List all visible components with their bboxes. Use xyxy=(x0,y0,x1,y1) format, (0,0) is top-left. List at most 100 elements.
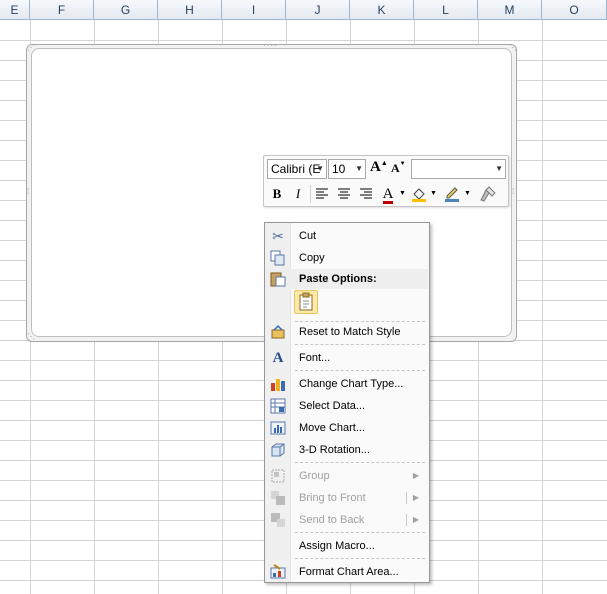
column-header-e[interactable]: E xyxy=(0,0,30,20)
submenu-arrow-icon: ▶ xyxy=(412,515,419,524)
toolbar-separator xyxy=(310,185,311,203)
menu-item-label: Cut xyxy=(299,230,317,242)
menu-item-label: Format Chart Area... xyxy=(299,566,399,578)
menu-item-move-chart[interactable]: Move Chart... xyxy=(265,417,429,439)
resize-handle-left[interactable]: ⁞ xyxy=(27,188,30,196)
menu-item-label: Font... xyxy=(299,352,331,364)
down-arrow-icon: ▼ xyxy=(399,161,406,167)
font-color-icon: A xyxy=(382,186,394,204)
format-painter-icon xyxy=(480,186,496,202)
menu-item-label: Copy xyxy=(299,252,325,264)
menu-item-3d-rotation[interactable]: 3-D Rotation... xyxy=(265,439,429,461)
menu-item-select-data[interactable]: Select Data... xyxy=(265,395,429,417)
grow-font-icon: A xyxy=(370,159,381,175)
bold-button[interactable]: B xyxy=(267,184,287,204)
fill-color-dropdown-icon[interactable]: ▼ xyxy=(430,190,437,197)
line-color-dropdown-icon[interactable]: ▼ xyxy=(464,190,471,197)
menu-item-font[interactable]: A Font... xyxy=(265,347,429,369)
column-header-k[interactable]: K xyxy=(350,0,414,20)
style-combo[interactable]: ▼ xyxy=(411,159,506,179)
menu-item-reset-to-match-style[interactable]: Reset to Match Style xyxy=(265,321,429,343)
format-chart-icon xyxy=(270,564,286,580)
format-painter-button[interactable] xyxy=(478,184,498,204)
send-back-icon xyxy=(270,512,286,528)
font-size-combo[interactable]: 10 ▼ xyxy=(328,159,366,179)
font-name-value: Calibri (E xyxy=(271,162,321,176)
submenu-arrow-icon: ▶ xyxy=(412,493,419,502)
menu-item-format-chart-area[interactable]: Format Chart Area... xyxy=(265,561,429,583)
context-menu: ✂ Cut Copy Paste Options: Reset to Match… xyxy=(264,222,430,583)
chevron-down-icon[interactable]: ▼ xyxy=(316,160,324,178)
align-right-icon xyxy=(360,188,372,199)
bring-front-icon xyxy=(270,490,286,506)
shrink-font-icon: A xyxy=(391,161,400,175)
clipboard-icon xyxy=(299,292,313,311)
reset-style-icon xyxy=(270,324,286,340)
up-arrow-icon: ▲ xyxy=(380,159,388,167)
move-chart-icon xyxy=(270,420,286,436)
paint-bucket-icon xyxy=(412,188,426,202)
column-header-o[interactable]: O xyxy=(542,0,607,20)
menu-separator xyxy=(295,462,425,463)
font-name-combo[interactable]: Calibri (E ▼ xyxy=(267,159,327,179)
submenu-arrow-icon: ▶ xyxy=(412,471,419,480)
shrink-font-button[interactable]: A▼ xyxy=(391,161,407,179)
menu-item-bring-to-front[interactable]: Bring to Front ▶ xyxy=(265,487,429,509)
split-separator xyxy=(406,514,407,526)
resize-handle-right[interactable]: ⁞ xyxy=(512,188,515,196)
align-center-button[interactable] xyxy=(334,184,354,204)
menu-item-label: Send to Back xyxy=(299,514,365,526)
menu-item-group[interactable]: Group ▶ xyxy=(265,465,429,487)
menu-item-label: Change Chart Type... xyxy=(299,378,404,390)
column-header-row: E F G H I J K L M O xyxy=(0,0,607,20)
menu-separator xyxy=(295,532,425,533)
menu-separator xyxy=(295,558,425,559)
grow-font-button[interactable]: A▲ xyxy=(370,159,388,179)
column-header-f[interactable]: F xyxy=(30,0,94,20)
menu-item-cut[interactable]: ✂ Cut xyxy=(265,225,429,247)
resize-handle-bottom-left[interactable]: ⋱ xyxy=(27,333,36,341)
italic-button[interactable]: I xyxy=(288,184,308,204)
resize-handle-top[interactable]: ···· xyxy=(263,42,278,50)
paste-icon xyxy=(270,271,286,290)
menu-item-label: Group xyxy=(299,470,330,482)
resize-handle-top-right[interactable]: ⋱ xyxy=(509,44,518,52)
menu-item-label: Reset to Match Style xyxy=(299,326,401,338)
font-color-dropdown-icon[interactable]: ▼ xyxy=(399,190,406,197)
menu-item-assign-macro[interactable]: Assign Macro... xyxy=(265,535,429,557)
chevron-down-icon[interactable]: ▼ xyxy=(355,160,363,178)
menu-item-copy[interactable]: Copy xyxy=(265,247,429,269)
split-separator xyxy=(406,492,407,504)
select-data-icon xyxy=(270,398,286,414)
resize-handle-top-left[interactable]: ⋰ xyxy=(27,44,36,52)
italic-icon: I xyxy=(295,186,301,201)
menu-item-label: Bring to Front xyxy=(299,492,366,504)
column-header-m[interactable]: M xyxy=(478,0,542,20)
copy-icon xyxy=(270,250,286,266)
pencil-line-icon xyxy=(445,187,459,202)
font-size-value: 10 xyxy=(332,162,346,176)
align-left-icon xyxy=(316,188,328,199)
rotation-3d-icon xyxy=(270,442,286,458)
menu-item-change-chart-type[interactable]: Change Chart Type... xyxy=(265,373,429,395)
fill-color-button[interactable] xyxy=(409,184,429,204)
paste-option-keep-source-button[interactable] xyxy=(294,290,318,314)
column-header-l[interactable]: L xyxy=(414,0,478,20)
group-icon xyxy=(270,468,286,484)
column-header-j[interactable]: J xyxy=(286,0,350,20)
menu-item-label: Assign Macro... xyxy=(299,540,375,552)
align-center-icon xyxy=(338,188,350,199)
menu-item-send-to-back[interactable]: Send to Back ▶ xyxy=(265,509,429,531)
chevron-down-icon[interactable]: ▼ xyxy=(495,160,503,178)
bold-icon: B xyxy=(272,186,282,201)
column-header-g[interactable]: G xyxy=(94,0,158,20)
align-right-button[interactable] xyxy=(356,184,376,204)
column-header-h[interactable]: H xyxy=(158,0,222,20)
grid-line xyxy=(542,20,543,594)
font-color-button[interactable]: A xyxy=(378,184,398,204)
mini-toolbar: Calibri (E ▼ 10 ▼ A▲ A▼ ▼ B I A ▼ ▼ ▼ xyxy=(263,155,509,207)
column-header-i[interactable]: I xyxy=(222,0,286,20)
line-color-button[interactable] xyxy=(442,184,462,204)
scissors-icon: ✂ xyxy=(272,228,284,244)
align-left-button[interactable] xyxy=(312,184,332,204)
